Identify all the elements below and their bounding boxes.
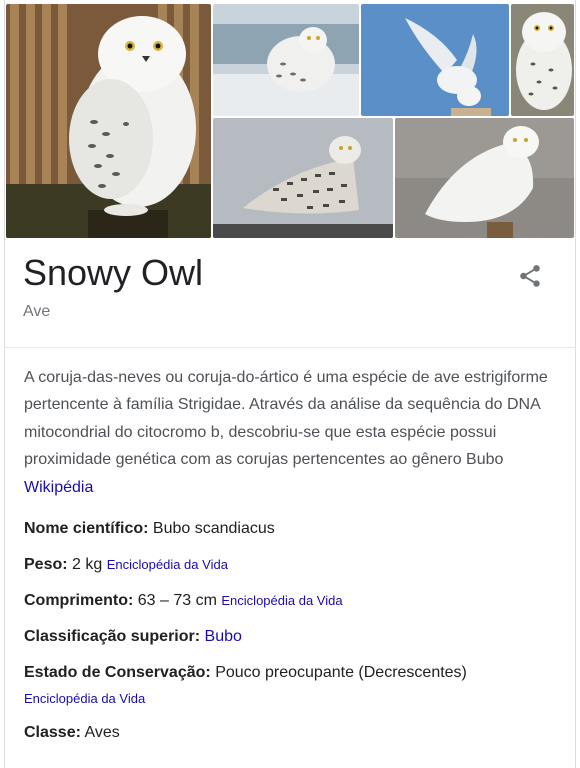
description: A coruja-das-neves ou coruja-do-ártico é…: [24, 364, 554, 501]
panel-header: Snowy Owl Ave: [4, 237, 576, 348]
fact-length: Comprimento: 63 – 73 cm Enciclopédia da …: [24, 589, 554, 613]
facts-list: Nome científico: Bubo scandiacus Peso: 2…: [24, 517, 554, 745]
source-link[interactable]: Enciclopédia da Vida: [24, 689, 554, 709]
owl-photo-4[interactable]: [511, 4, 574, 116]
fact-conservation-status: Estado de Conservação: Pouco preocupante…: [24, 661, 554, 685]
fact-label: Classificação superior:: [24, 628, 201, 646]
fact-label: Estado de Conservação:: [24, 664, 211, 682]
image-mosaic: [4, 2, 576, 238]
fact-label: Comprimento:: [24, 592, 134, 610]
panel-content: A coruja-das-neves ou coruja-do-ártico é…: [24, 364, 554, 757]
page-title: Snowy Owl: [23, 252, 204, 293]
fact-value: 63 – 73 cm: [137, 592, 217, 610]
fact-higher-classification: Classificação superior: Bubo: [24, 625, 554, 649]
owl-photo-2[interactable]: [213, 4, 359, 116]
bubo-link[interactable]: Bubo: [205, 628, 242, 645]
share-button[interactable]: [513, 259, 547, 293]
share-icon: [520, 265, 540, 287]
source-link[interactable]: Enciclopédia da Vida: [107, 557, 228, 572]
owl-photo-1[interactable]: [6, 4, 211, 238]
fact-class: Classe: Aves: [24, 721, 554, 745]
fact-value: 2 kg: [72, 556, 103, 574]
description-text: A coruja-das-neves ou coruja-do-ártico é…: [24, 369, 548, 469]
fact-label: Classe:: [24, 724, 81, 742]
fact-scientific-name: Nome científico: Bubo scandiacus: [24, 517, 554, 541]
wikipedia-link[interactable]: Wikipédia: [24, 479, 93, 496]
fact-value: Pouco preocupante (Decrescentes): [215, 664, 467, 682]
fact-label: Nome científico:: [24, 520, 149, 538]
fact-label: Peso:: [24, 556, 68, 574]
owl-photo-5[interactable]: [213, 118, 393, 238]
fact-weight: Peso: 2 kg Enciclopédia da Vida: [24, 553, 554, 577]
entity-type: Ave: [23, 303, 51, 320]
fact-value: Bubo scandiacus: [152, 520, 275, 538]
owl-photo-6[interactable]: [395, 118, 574, 238]
owl-photo-3[interactable]: [361, 4, 509, 116]
fact-value: Aves: [84, 724, 120, 742]
source-link[interactable]: Enciclopédia da Vida: [221, 593, 342, 608]
